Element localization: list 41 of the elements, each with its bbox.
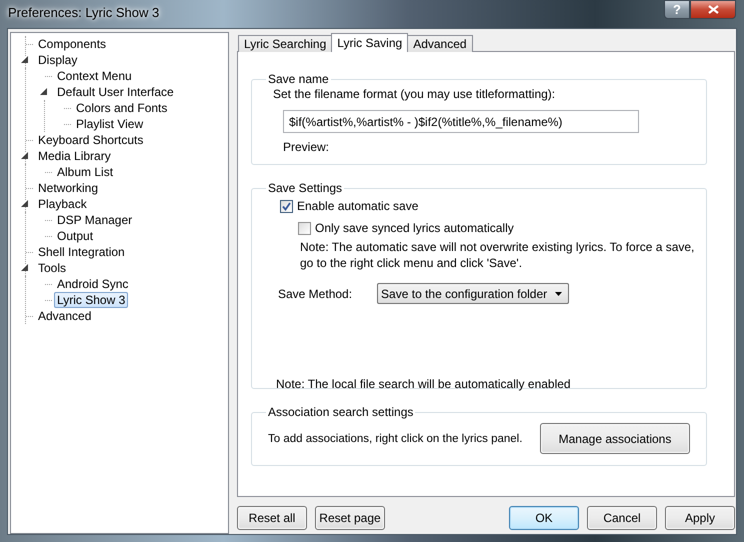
save-method-dropdown[interactable]: Save to the configuration folder — [377, 283, 570, 304]
tree-item[interactable]: Android Sync — [54, 276, 132, 292]
tree-item[interactable]: Tools — [35, 260, 70, 276]
checkbox-label: Enable automatic save — [297, 199, 418, 213]
manage-associations-button[interactable]: Manage associations — [540, 423, 690, 454]
note-text: Note: The local file search will be automatically enabled — [276, 376, 572, 392]
group-title: Save name — [267, 72, 330, 86]
group-title: Save Settings — [267, 181, 344, 195]
tree-item[interactable]: Context Menu — [54, 68, 135, 84]
tree-item[interactable]: Keyboard Shortcuts — [35, 132, 146, 148]
format-label: Set the filename format (you may use titleformatting): — [273, 86, 556, 102]
dialog-button[interactable]: Reset page — [315, 506, 385, 530]
tree-item[interactable]: Output — [54, 228, 96, 244]
save-method-label: Save Method: — [278, 286, 352, 300]
window-title: Preferences: Lyric Show 3 — [8, 5, 160, 20]
dialog-button[interactable]: Apply — [665, 506, 735, 530]
tab[interactable]: Lyric Saving — [331, 33, 408, 52]
tree-item[interactable]: Colors and Fonts — [73, 100, 170, 116]
tree-item[interactable]: Lyric Show 3 — [54, 292, 128, 308]
tree-item[interactable]: Display — [35, 52, 80, 68]
note-text: Note: The automatic save will not overwrite existing lyrics. To force a save, go to the right click menu and click 'Save'. — [300, 239, 696, 271]
tree-item[interactable]: Components — [35, 36, 110, 52]
tab[interactable]: Advanced — [407, 35, 473, 52]
tab[interactable]: Lyric Searching — [238, 35, 332, 52]
checkbox-label: Only save synced lyrics automatically — [315, 221, 514, 235]
tree-item[interactable]: Default User Interface — [54, 84, 177, 100]
tree-item[interactable]: Playback — [35, 196, 90, 212]
group-title: Association search settings — [267, 405, 414, 419]
tree-item[interactable]: Networking — [35, 180, 102, 196]
association-hint: To add associations, right click on the lyrics panel. — [268, 432, 522, 444]
tree-item[interactable]: Media Library — [35, 148, 114, 164]
dialog-button[interactable]: Reset all — [237, 506, 307, 530]
tree-item[interactable]: Album List — [54, 164, 116, 180]
tree-item[interactable]: DSP Manager — [54, 212, 136, 228]
preview-label: Preview: — [283, 139, 330, 155]
tree-item[interactable]: Shell Integration — [35, 244, 128, 260]
tree-item[interactable]: Advanced — [35, 308, 94, 324]
filename-format-field[interactable]: $if(%artist%,%artist% - )$if2(%title%,%_filename%) — [283, 110, 639, 133]
dialog-button[interactable]: Cancel — [587, 506, 657, 530]
dialog-button[interactable]: OK — [509, 506, 579, 530]
tree-item[interactable]: Playlist View — [73, 116, 146, 132]
